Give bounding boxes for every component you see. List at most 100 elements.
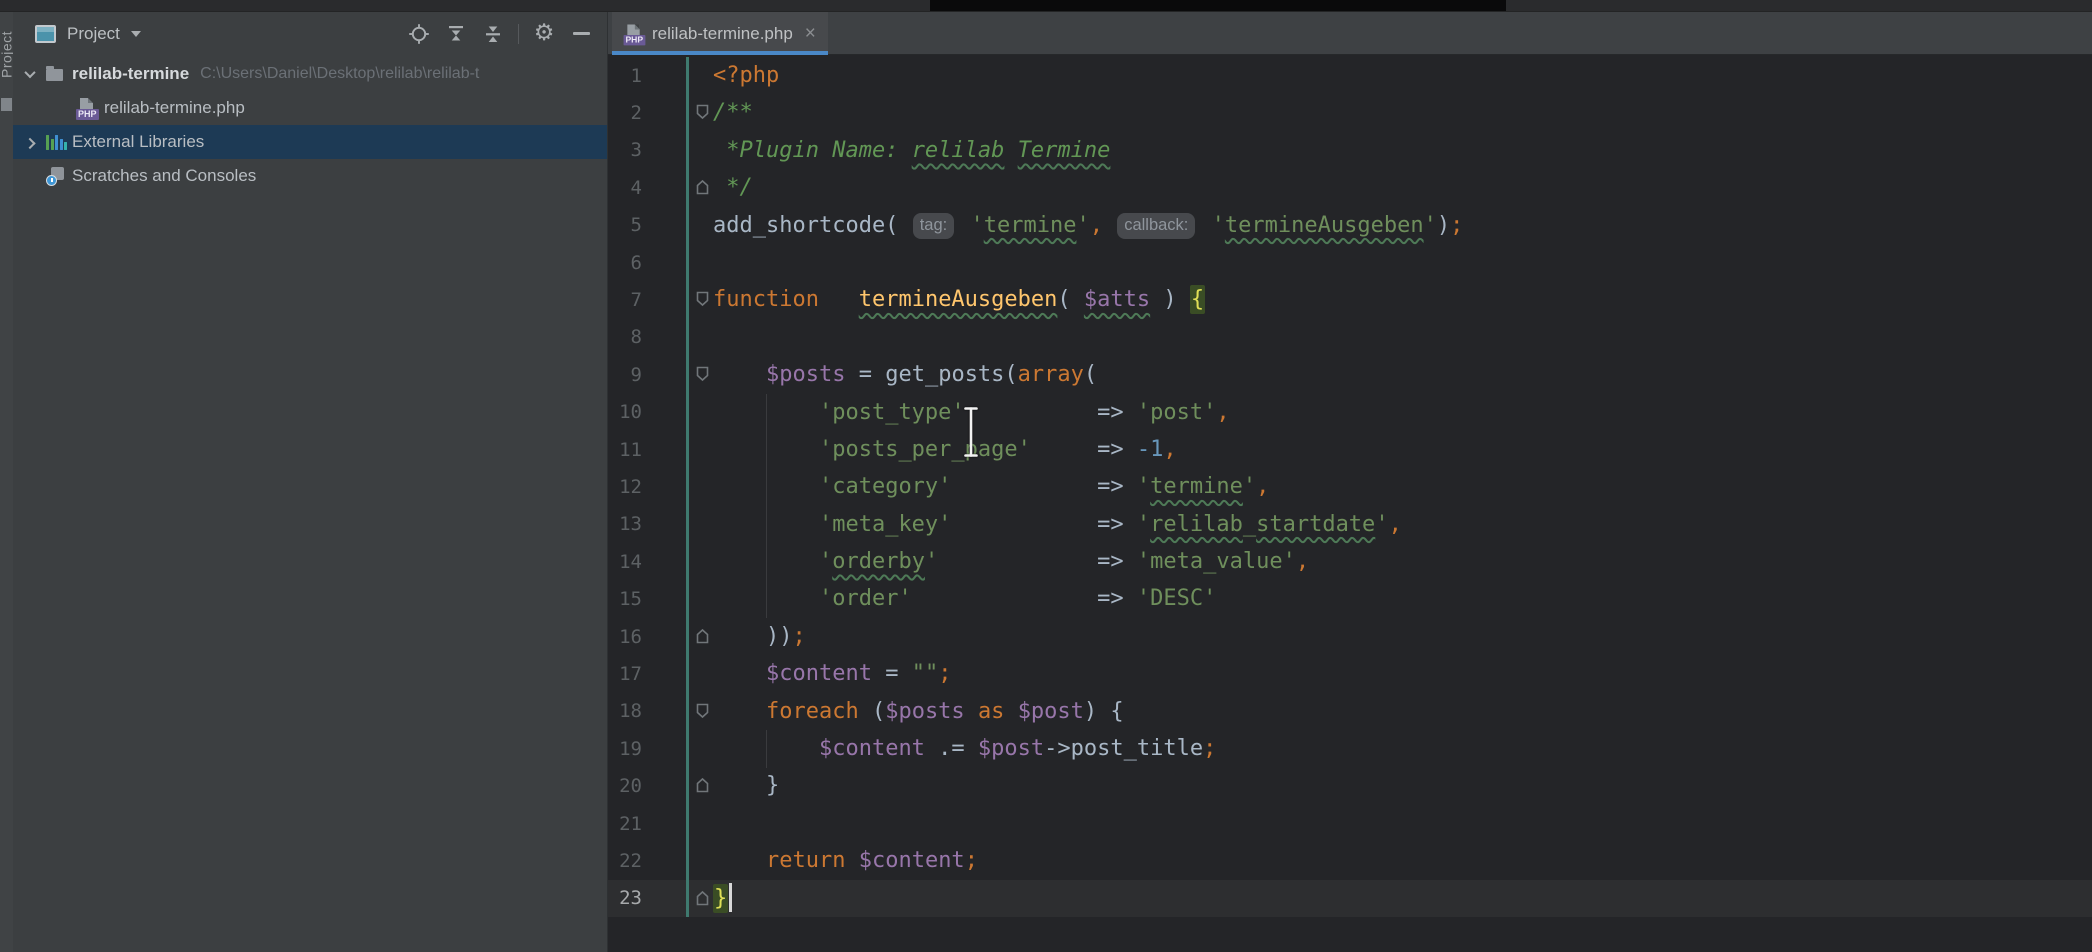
chevron-right-icon[interactable] <box>22 134 38 150</box>
gutter-row[interactable]: 20 <box>608 767 713 804</box>
code-line-6[interactable] <box>713 244 1463 281</box>
line-number[interactable]: 13 <box>608 513 642 535</box>
fold-region-end-icon[interactable] <box>695 777 710 793</box>
gutter-row[interactable]: 13 <box>608 506 713 543</box>
line-number[interactable]: 17 <box>608 663 642 685</box>
code-line-14[interactable]: 'orderby' => 'meta_value', <box>713 543 1463 580</box>
fold-region-end-icon[interactable] <box>695 179 710 195</box>
code-line-23[interactable]: } <box>713 880 1463 917</box>
code-token <box>713 848 766 873</box>
code-line-3[interactable]: *Plugin Name: relilab Termine <box>713 132 1463 169</box>
project-panel-title[interactable]: Project <box>67 24 120 44</box>
gutter-row[interactable]: 3 <box>608 132 713 169</box>
locate-icon[interactable] <box>407 22 431 46</box>
code-line-17[interactable]: $content = ""; <box>713 655 1463 692</box>
code-token: function <box>713 287 819 312</box>
code-line-12[interactable]: 'category' => 'termine', <box>713 468 1463 505</box>
tree-item-relilab-termine-folder[interactable]: relilab-termineC:\Users\Daniel\Desktop\r… <box>13 57 607 91</box>
code-line-16[interactable]: )); <box>713 618 1463 655</box>
gutter-row[interactable]: 17 <box>608 655 713 692</box>
line-number[interactable]: 19 <box>608 738 642 760</box>
line-number[interactable]: 3 <box>608 139 642 161</box>
code-editor[interactable]: 1234567891011121314151617181920212223 <?… <box>608 55 2092 952</box>
gutter-row[interactable]: 7 <box>608 281 713 318</box>
line-number[interactable]: 20 <box>608 775 642 797</box>
code-line-22[interactable]: return $content; <box>713 842 1463 879</box>
code-line-13[interactable]: 'meta_key' => 'relilab_startdate', <box>713 506 1463 543</box>
code-line-21[interactable] <box>713 805 1463 842</box>
code-token: , <box>1296 549 1309 574</box>
line-number[interactable]: 15 <box>608 588 642 610</box>
code-token: ; <box>1203 736 1216 761</box>
line-number[interactable]: 14 <box>608 551 642 573</box>
gutter-row[interactable]: 2 <box>608 94 713 131</box>
code-line-10[interactable]: 'post_type' => 'post', <box>713 394 1463 431</box>
code-line-5[interactable]: add_shortcode( tag: 'termine', callback:… <box>713 207 1463 244</box>
code-line-8[interactable] <box>713 319 1463 356</box>
code-line-4[interactable]: */ <box>713 169 1463 206</box>
code-line-20[interactable]: } <box>713 767 1463 804</box>
gutter-row[interactable]: 14 <box>608 543 713 580</box>
tree-item-label: External Libraries <box>72 132 204 152</box>
line-number[interactable]: 5 <box>608 214 642 236</box>
expand-all-icon[interactable] <box>444 22 468 46</box>
line-number[interactable]: 9 <box>608 364 642 386</box>
tree-item-scratches-and-consoles[interactable]: Scratches and Consoles <box>13 159 607 193</box>
collapse-all-icon[interactable] <box>481 22 505 46</box>
gutter-row[interactable]: 9 <box>608 356 713 393</box>
gutter-row[interactable]: 15 <box>608 580 713 617</box>
tab-relilab-termine-php[interactable]: PHP relilab-termine.php × <box>612 12 828 55</box>
line-number[interactable]: 16 <box>608 626 642 648</box>
code-line-7[interactable]: function termineAusgeben( $atts ) { <box>713 281 1463 318</box>
gutter-row[interactable]: 6 <box>608 244 713 281</box>
gutter-row[interactable]: 21 <box>608 805 713 842</box>
tree-item-external-libraries[interactable]: External Libraries <box>13 125 607 159</box>
fold-region-start-icon[interactable] <box>695 703 710 719</box>
fold-region-start-icon[interactable] <box>695 291 710 307</box>
tool-window-stripe-icon[interactable] <box>1 98 12 111</box>
gutter-row[interactable]: 11 <box>608 431 713 468</box>
line-number[interactable]: 4 <box>608 177 642 199</box>
line-number[interactable]: 7 <box>608 289 642 311</box>
gutter-row[interactable]: 23 <box>608 880 713 917</box>
line-number[interactable]: 12 <box>608 476 642 498</box>
code-line-18[interactable]: foreach ($posts as $post) { <box>713 693 1463 730</box>
gutter-row[interactable]: 4 <box>608 169 713 206</box>
settings-gear-icon[interactable]: ⚙ <box>532 22 556 46</box>
line-number[interactable]: 11 <box>608 439 642 461</box>
gutter-row[interactable]: 5 <box>608 207 713 244</box>
gutter-row[interactable]: 22 <box>608 842 713 879</box>
gutter-row[interactable]: 18 <box>608 693 713 730</box>
code-line-9[interactable]: $posts = get_posts(array( <box>713 356 1463 393</box>
gutter-row[interactable]: 1 <box>608 57 713 94</box>
line-number[interactable]: 1 <box>608 65 642 87</box>
code-line-2[interactable]: /** <box>713 94 1463 131</box>
line-number[interactable]: 2 <box>608 102 642 124</box>
code-line-19[interactable]: $content .= $post->post_title; <box>713 730 1463 767</box>
gutter-row[interactable]: 19 <box>608 730 713 767</box>
fold-region-start-icon[interactable] <box>695 104 710 120</box>
gutter-row[interactable]: 12 <box>608 468 713 505</box>
line-number[interactable]: 18 <box>608 700 642 722</box>
gutter-row[interactable]: 8 <box>608 319 713 356</box>
code-line-11[interactable]: 'posts_per_page' => -1, <box>713 431 1463 468</box>
chevron-down-icon[interactable] <box>22 66 38 82</box>
line-number[interactable]: 6 <box>608 252 642 274</box>
code-token: ; <box>792 624 805 649</box>
fold-region-end-icon[interactable] <box>695 628 710 644</box>
line-number[interactable]: 22 <box>608 850 642 872</box>
line-number[interactable]: 10 <box>608 401 642 423</box>
line-number[interactable]: 23 <box>608 887 642 909</box>
code-line-15[interactable]: 'order' => 'DESC' <box>713 580 1463 617</box>
fold-region-end-icon[interactable] <box>695 890 710 906</box>
hide-panel-icon[interactable] <box>569 22 593 46</box>
gutter-row[interactable]: 10 <box>608 394 713 431</box>
chevron-down-icon[interactable] <box>131 31 141 37</box>
line-number[interactable]: 8 <box>608 326 642 348</box>
fold-region-start-icon[interactable] <box>695 366 710 382</box>
gutter-row[interactable]: 16 <box>608 618 713 655</box>
close-icon[interactable]: × <box>805 23 816 45</box>
tree-item-relilab-termine-php[interactable]: PHPrelilab-termine.php <box>13 91 607 125</box>
code-line-1[interactable]: <?php <box>713 57 1463 94</box>
line-number[interactable]: 21 <box>608 813 642 835</box>
